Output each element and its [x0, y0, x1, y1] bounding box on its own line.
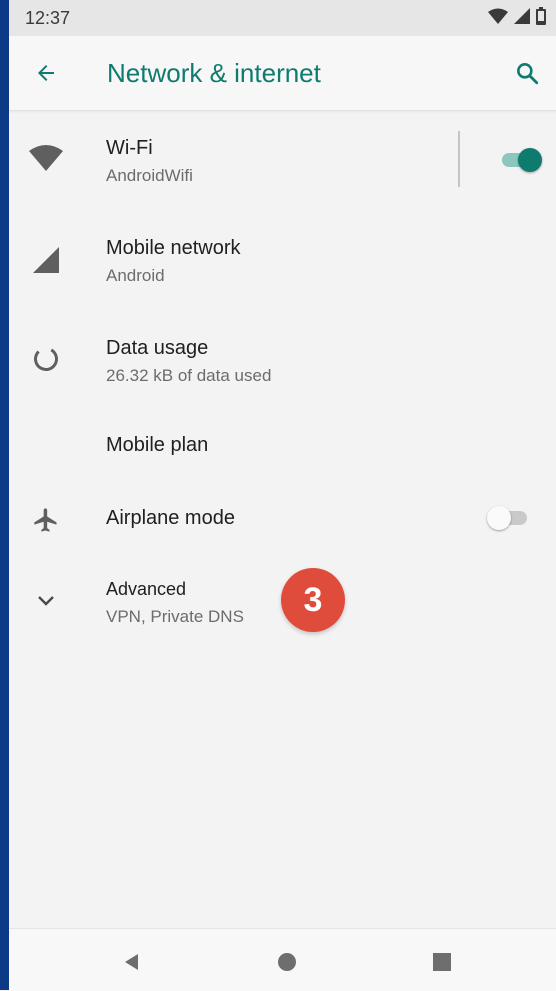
wifi-toggle[interactable]: [498, 145, 544, 173]
status-time: 12:37: [25, 8, 71, 28]
data-usage-row[interactable]: Data usage 26.32 kB of data used: [9, 316, 556, 400]
wifi-divider: [458, 131, 460, 187]
mobile-signal-icon: [29, 243, 63, 277]
back-triangle-icon: [125, 954, 138, 970]
recents-square-icon: [433, 953, 451, 971]
back-button[interactable]: [31, 58, 61, 88]
data-usage-icon: [29, 342, 63, 376]
wifi-toggle-thumb: [518, 148, 542, 172]
wifi-subtitle: AndroidWifi: [106, 166, 193, 185]
step-number-badge: 3: [281, 568, 345, 632]
chevron-down-icon: [29, 584, 63, 618]
wifi-status-icon: [488, 8, 508, 29]
arrow-back-icon: [38, 65, 54, 81]
wifi-title: Wi-Fi: [106, 137, 153, 159]
mobile-network-subtitle: Android: [106, 266, 165, 285]
advanced-subtitle: VPN, Private DNS: [106, 607, 244, 626]
mobile-network-title: Mobile network: [106, 237, 241, 259]
airplane-mode-title: Airplane mode: [106, 507, 235, 529]
airplane-toggle-thumb: [487, 506, 511, 530]
airplane-mode-toggle[interactable]: [487, 503, 533, 531]
system-navigation-bar: [9, 928, 556, 991]
data-usage-title: Data usage: [106, 337, 209, 359]
search-icon: [517, 63, 539, 85]
mobile-plan-title: Mobile plan: [106, 434, 209, 456]
signal-icon: [514, 7, 530, 29]
settings-screen: 12:37 Network & internet Wi-Fi AndroidWi…: [9, 0, 556, 991]
status-bar: 12:37: [9, 0, 556, 36]
mobile-network-row[interactable]: Mobile network Android: [9, 216, 556, 300]
mobile-plan-row[interactable]: Mobile plan: [9, 416, 556, 480]
nav-back-button[interactable]: [117, 947, 147, 977]
search-button[interactable]: [512, 58, 542, 88]
nav-recents-button[interactable]: [427, 947, 457, 977]
app-bar: Network & internet: [9, 36, 556, 111]
battery-icon: [536, 6, 546, 30]
home-circle-icon: [278, 953, 296, 971]
advanced-title: Advanced: [106, 579, 187, 599]
data-usage-subtitle: 26.32 kB of data used: [106, 366, 272, 385]
airplane-icon: [29, 503, 63, 537]
airplane-mode-row[interactable]: Airplane mode: [9, 490, 556, 550]
wifi-icon: [29, 141, 63, 175]
page-title: Network & internet: [107, 58, 321, 88]
wifi-setting-row[interactable]: Wi-Fi AndroidWifi: [9, 116, 556, 200]
nav-home-button[interactable]: [272, 947, 302, 977]
status-icons: [488, 6, 546, 30]
left-edge-stripe: [0, 0, 9, 990]
